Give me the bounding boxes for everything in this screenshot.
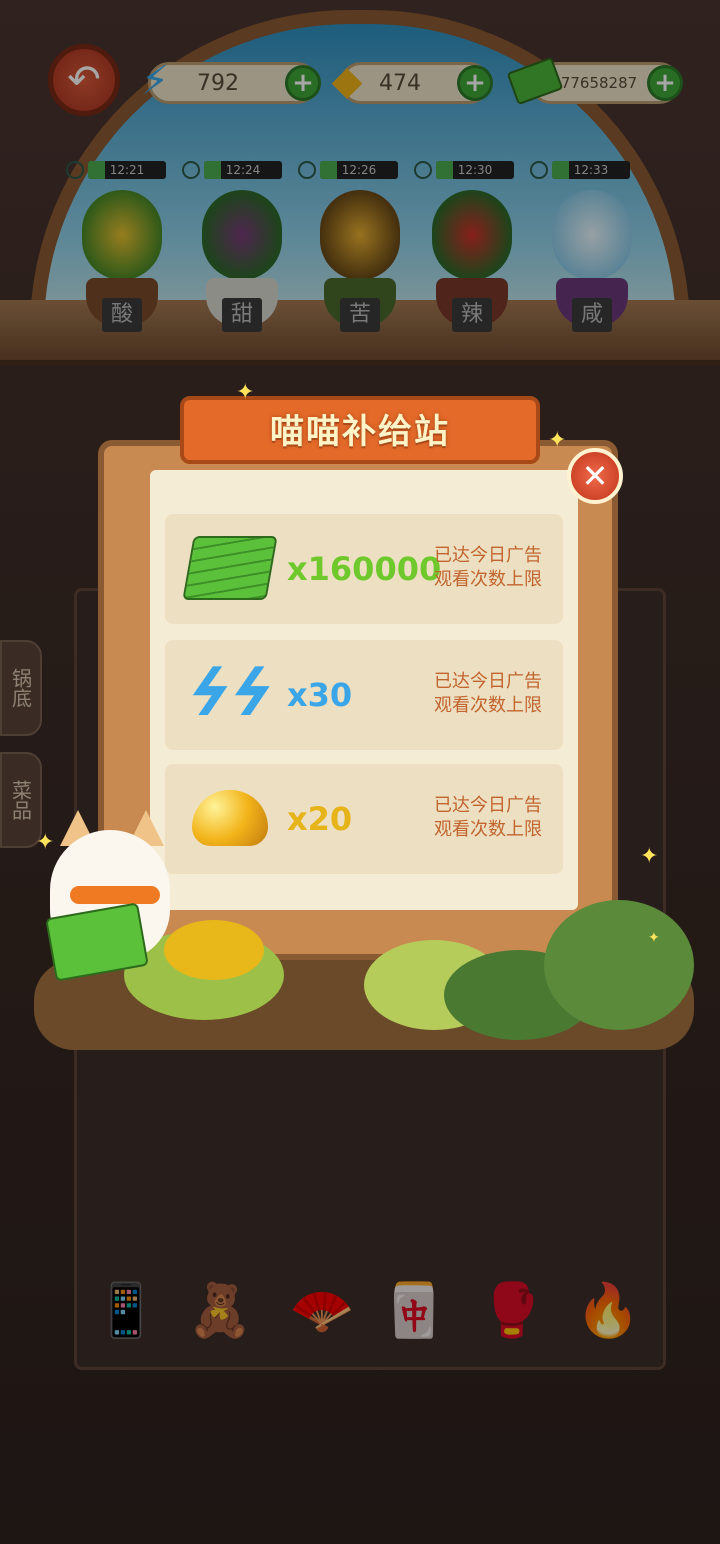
status-line: 观看次数上限 [434, 695, 542, 716]
cash-stack-icon [182, 528, 278, 608]
modal-title: 喵喵补给站 [270, 412, 450, 452]
sparkle-icon: ✦ [236, 380, 255, 405]
sparkle-icon: ✦ [548, 428, 567, 453]
energy-bolt-icon: ϟϟ [174, 657, 286, 731]
sparkle-icon: ✦ [36, 830, 55, 855]
reward-status: 已达今日广告 观看次数上限 [423, 544, 553, 592]
reward-row-cash[interactable]: x160000 已达今日广告 观看次数上限 [165, 514, 563, 624]
close-button[interactable]: ✕ [567, 448, 623, 504]
close-icon: ✕ [581, 457, 609, 495]
status-line: 观看次数上限 [434, 819, 542, 840]
reward-status: 已达今日广告 观看次数上限 [423, 794, 553, 842]
status-line: 已达今日广告 [434, 795, 542, 816]
status-line: 已达今日广告 [434, 545, 542, 566]
reward-amount: x20 [287, 800, 353, 838]
reward-row-energy[interactable]: ϟϟ x30 已达今日广告 观看次数上限 [165, 640, 563, 750]
reward-status: 已达今日广告 观看次数上限 [423, 670, 553, 718]
sparkle-icon: ✦ [648, 930, 660, 946]
sparkle-icon: ✦ [640, 844, 659, 869]
reward-row-gems[interactable]: x20 已达今日广告 观看次数上限 [165, 764, 563, 874]
status-line: 观看次数上限 [434, 569, 542, 590]
reward-amount: x30 [287, 676, 353, 714]
reward-amount: x160000 [287, 550, 442, 588]
lucky-cat-icon [30, 790, 200, 982]
status-line: 已达今日广告 [434, 671, 542, 692]
